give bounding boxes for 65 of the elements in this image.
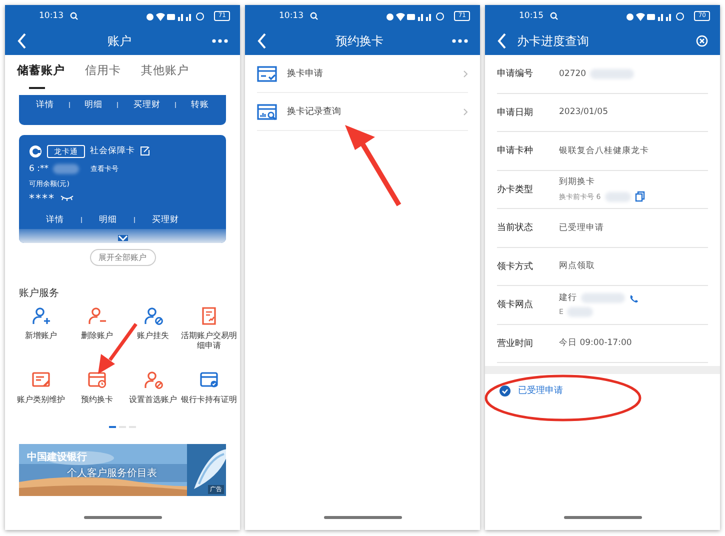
- edit-icon[interactable]: [140, 146, 150, 156]
- status-time: 10:15: [519, 11, 544, 21]
- menu-item[interactable]: 换卡申请: [257, 55, 468, 93]
- field-label: 办卡类型: [497, 184, 534, 196]
- step-label: 已受理申请: [518, 384, 563, 397]
- back-icon[interactable]: [257, 33, 267, 49]
- field-value: 建行: [559, 292, 577, 304]
- card-name: 社会保障卡: [90, 145, 135, 157]
- redaction-blur: [567, 307, 594, 318]
- more-icon[interactable]: [212, 39, 228, 43]
- screen-title: 账户: [106, 32, 132, 50]
- field-value: 网点领取: [559, 260, 595, 272]
- screen-title: 办卡进度查询: [517, 32, 590, 50]
- chart-search-icon: [257, 102, 277, 120]
- banner-title: 中国建设银行: [27, 450, 88, 464]
- card-number: 6 :**: [29, 164, 48, 174]
- field-label: 领卡网点: [497, 298, 534, 312]
- card-action[interactable]: 买理财: [149, 214, 182, 226]
- chevron-down-icon[interactable]: [118, 235, 128, 241]
- card-action[interactable]: 详情: [32, 99, 57, 111]
- close-icon[interactable]: [696, 35, 708, 47]
- back-icon[interactable]: [17, 33, 27, 49]
- redaction-blur: [53, 164, 80, 174]
- field-label: 领卡方式: [497, 260, 534, 273]
- account-tab[interactable]: 其他账户: [141, 63, 189, 89]
- banner-subtitle: 个人客户服务价目表: [67, 466, 157, 480]
- card-action[interactable]: 明细: [96, 214, 120, 226]
- expand-accounts-button[interactable]: 展开全部账户: [90, 249, 156, 266]
- redaction-blur: [604, 192, 631, 202]
- chevron-right-icon: [463, 70, 468, 78]
- card-check-icon: [257, 64, 277, 82]
- card-action[interactable]: 详情: [43, 214, 67, 226]
- phone-icon[interactable]: [629, 294, 638, 303]
- field-value: 银联复合八桂健康龙卡: [559, 144, 649, 157]
- redaction-blur: [590, 68, 634, 79]
- back-icon[interactable]: [497, 33, 507, 49]
- annotation-arrow: [96, 322, 138, 376]
- balance-value: ****: [29, 192, 55, 204]
- section-title: 账户服务: [19, 286, 60, 300]
- account-tab[interactable]: 储蓄账户: [17, 63, 65, 89]
- status-time: 10:13: [39, 11, 64, 21]
- field-value: 到期换卡: [559, 176, 595, 188]
- field-label: 申请编号: [497, 68, 534, 80]
- copy-icon[interactable]: [634, 191, 645, 202]
- bank-logo-icon: [29, 144, 42, 158]
- chevron-right-icon: [463, 108, 468, 116]
- card-action[interactable]: 明细: [82, 99, 106, 111]
- status-time: 10:13: [279, 11, 304, 21]
- field-label: 当前状态: [497, 222, 534, 234]
- field-value: 2023/01/05: [559, 107, 608, 118]
- menu-item-label: 换卡记录查询: [287, 106, 342, 118]
- field-value: 今日 09:00-17:00: [559, 337, 632, 350]
- menu-item-label: 换卡申请: [287, 68, 324, 80]
- card-action[interactable]: 转账: [188, 99, 212, 111]
- eye-closed-icon[interactable]: [60, 195, 74, 201]
- field-value: 02720: [559, 68, 586, 79]
- field-value: 已受理申请: [559, 222, 604, 234]
- field-label: 申请日期: [497, 106, 534, 119]
- card-action[interactable]: 买理财: [130, 99, 164, 111]
- field-label: 申请卡种: [497, 144, 534, 158]
- field-label: 营业时间: [497, 338, 534, 350]
- screen-title: 预约换卡: [334, 32, 384, 50]
- account-tab[interactable]: 信用卡: [85, 63, 121, 89]
- redaction-blur: [581, 293, 625, 304]
- more-icon[interactable]: [452, 39, 468, 43]
